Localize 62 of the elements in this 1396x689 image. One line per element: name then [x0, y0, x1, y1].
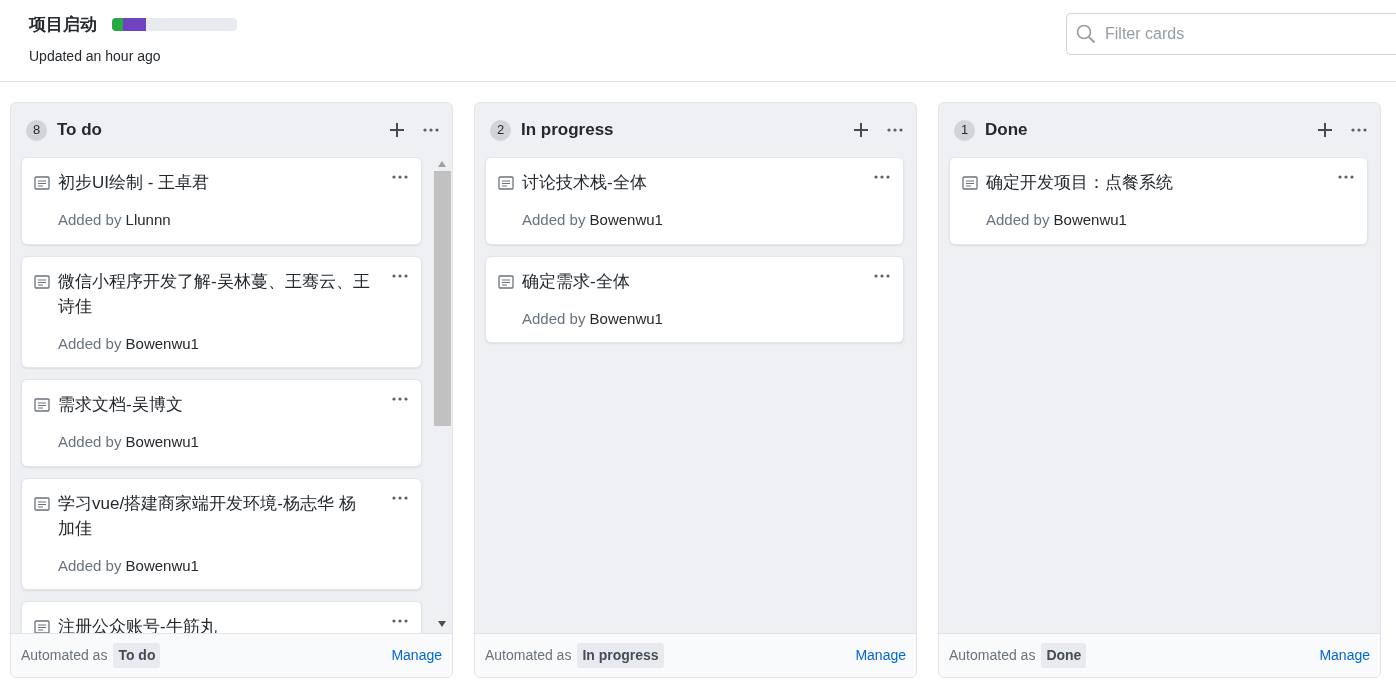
author-name: Bowenwu1 — [589, 309, 663, 327]
project-title: 项目启动 — [29, 14, 97, 36]
more-icon[interactable] — [886, 127, 904, 133]
add-icon[interactable] — [852, 122, 869, 138]
more-icon[interactable] — [1350, 127, 1368, 133]
added-by-label: Added by — [58, 334, 122, 352]
added-by-label: Added by — [58, 556, 122, 574]
column-title: Done — [985, 119, 1028, 142]
card-title: 需求文档-吴博文 — [58, 394, 184, 416]
card-count: 8 — [26, 119, 47, 141]
added-by-label: Added by — [58, 211, 122, 228]
added-by-label: Added by — [522, 211, 586, 228]
manage-link[interactable]: Manage — [391, 645, 442, 666]
scroll-down-icon[interactable] — [438, 621, 446, 627]
card-title: 确定需求-全体 — [522, 270, 631, 293]
filter-field[interactable]: Filter cards — [1066, 13, 1396, 55]
note-icon — [962, 176, 978, 190]
added-by-label: Added by — [986, 211, 1050, 228]
column-title: In progress — [521, 119, 614, 142]
card-title: 讨论技术栈-全体 — [522, 172, 648, 194]
note-icon — [34, 398, 50, 412]
card[interactable]: 需求文档-吴博文 Added by Bowenwu1 — [21, 379, 422, 467]
card-title: 学习vue/搭建商家端开发环境-杨志华 杨加佳 — [58, 492, 357, 540]
manage-link[interactable]: Manage — [1319, 645, 1370, 666]
card[interactable]: 确定需求-全体 Added by Bowenwu1 — [485, 255, 904, 343]
scrollbar-thumb[interactable] — [433, 171, 451, 426]
card[interactable]: 讨论技术栈-全体 Added by Bowenwu1 — [485, 157, 904, 245]
column-title: To do — [57, 119, 102, 142]
automation-status: To do — [113, 643, 161, 668]
automation-status: In progress — [577, 643, 664, 668]
add-icon[interactable] — [1316, 122, 1333, 138]
note-icon — [34, 274, 50, 289]
author-name: Bowenwu1 — [1053, 211, 1127, 228]
add-icon[interactable] — [388, 122, 405, 138]
card[interactable]: 学习vue/搭建商家端开发环境-杨志华 杨加佳 Added by Bowenwu1 — [21, 477, 422, 590]
card[interactable]: 初步UI绘制 - 王卓君 Added by Llunnn — [21, 157, 422, 245]
card-title: 初步UI绘制 - 王卓君 — [58, 172, 211, 194]
updated-text: Updated an hour ago — [29, 46, 162, 66]
added-by-label: Added by — [522, 309, 586, 327]
card-title: 微信小程序开发了解-吴林蔓、王骞云、王诗佳 — [58, 270, 370, 318]
card[interactable]: 微信小程序开发了解-吴林蔓、王骞云、王诗佳 Added by Bowenwu1 — [21, 255, 422, 368]
manage-link[interactable]: Manage — [855, 645, 906, 666]
automation-status: Done — [1041, 643, 1087, 668]
note-icon — [34, 620, 50, 633]
more-icon[interactable] — [422, 127, 440, 133]
card-count: 2 — [490, 119, 511, 141]
automated-label: Automated as — [21, 646, 108, 665]
author-name: Bowenwu1 — [125, 334, 199, 352]
author-name: Bowenwu1 — [125, 556, 199, 574]
added-by-label: Added by — [58, 433, 122, 450]
automated-label: Automated as — [485, 646, 572, 665]
note-icon — [498, 274, 514, 289]
automated-label: Automated as — [949, 646, 1036, 665]
author-name: Bowenwu1 — [125, 433, 199, 450]
card-count: 1 — [954, 119, 975, 141]
note-icon — [34, 176, 50, 190]
author-name: Bowenwu1 — [589, 211, 663, 228]
author-name: Llunnn — [125, 211, 171, 228]
note-icon — [498, 176, 514, 190]
card-title: 确定开发项目：点餐系统 — [986, 172, 1174, 194]
note-icon — [34, 496, 50, 511]
card[interactable]: 确定开发项目：点餐系统 Added by Bowenwu1 — [949, 157, 1368, 245]
